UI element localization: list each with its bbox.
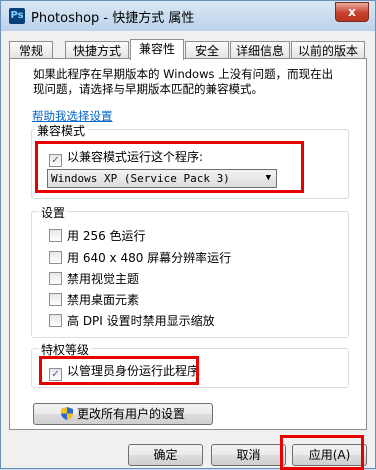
tab-details[interactable]: 详细信息 bbox=[230, 41, 290, 59]
cancel-button[interactable]: 取消 bbox=[211, 444, 286, 466]
option-disable-visual-themes[interactable]: 禁用视觉主题 bbox=[49, 272, 139, 288]
option-640x480-checkbox[interactable] bbox=[49, 251, 62, 264]
option-disable-desktop-composition-checkbox[interactable] bbox=[49, 293, 62, 306]
change-all-users-label: 更改所有用户的设置 bbox=[76, 407, 185, 421]
option-disable-visual-themes-label: 禁用视觉主题 bbox=[67, 272, 140, 286]
option-disable-desktop-composition[interactable]: 禁用桌面元素 bbox=[49, 293, 139, 309]
window-title: Photoshop - 快捷方式 属性 bbox=[31, 11, 195, 26]
tab-shortcut[interactable]: 快捷方式 bbox=[65, 41, 129, 59]
highlight-run-as-admin bbox=[39, 356, 199, 385]
option-640x480[interactable]: 用 640 x 480 屏幕分辨率运行 bbox=[49, 251, 231, 267]
compat-mode-title: 兼容模式 bbox=[35, 122, 88, 139]
tab-compatibility[interactable]: 兼容性 bbox=[130, 39, 184, 60]
intro-line-2: 现问题，请选择与早期版本匹配的兼容模式。 bbox=[33, 82, 263, 96]
settings-title: 设置 bbox=[39, 204, 68, 221]
tab-general[interactable]: 常规 bbox=[9, 41, 53, 59]
tab-previous-versions[interactable]: 以前的版本 bbox=[291, 41, 365, 59]
option-256-colors[interactable]: 用 256 色运行 bbox=[49, 229, 146, 245]
uac-shield-icon bbox=[60, 407, 73, 420]
properties-window: Ps Photoshop - 快捷方式 属性 x 常规 快捷方式 兼容性 安全 … bbox=[0, 0, 376, 470]
option-disable-desktop-composition-label: 禁用桌面元素 bbox=[67, 293, 140, 307]
intro-text: 如果此程序在早期版本的 Windows 上没有问题，而现在出 现问题，请选择与早… bbox=[33, 67, 353, 97]
title-bar[interactable]: Ps Photoshop - 快捷方式 属性 x bbox=[1, 1, 375, 31]
intro-line-1: 如果此程序在早期版本的 Windows 上没有问题，而现在出 bbox=[33, 67, 334, 81]
close-button[interactable]: x bbox=[335, 2, 369, 22]
tab-security[interactable]: 安全 bbox=[185, 41, 229, 59]
photoshop-app-icon: Ps bbox=[9, 8, 25, 24]
tab-strip: 常规 快捷方式 兼容性 安全 详细信息 以前的版本 bbox=[9, 39, 365, 60]
change-all-users-button[interactable]: 更改所有用户的设置 bbox=[33, 403, 213, 425]
option-disable-dpi-scaling-checkbox[interactable] bbox=[49, 314, 62, 327]
option-disable-visual-themes-checkbox[interactable] bbox=[49, 272, 62, 285]
option-640x480-label: 用 640 x 480 屏幕分辨率运行 bbox=[67, 251, 232, 265]
highlight-apply bbox=[280, 435, 364, 470]
ok-button[interactable]: 确定 bbox=[128, 444, 203, 466]
option-256-colors-label: 用 256 色运行 bbox=[67, 229, 146, 243]
option-256-colors-checkbox[interactable] bbox=[49, 229, 62, 242]
option-disable-dpi-scaling[interactable]: 高 DPI 设置时禁用显示缩放 bbox=[49, 314, 215, 330]
highlight-compat-mode bbox=[35, 141, 304, 193]
option-disable-dpi-scaling-label: 高 DPI 设置时禁用显示缩放 bbox=[67, 314, 215, 328]
